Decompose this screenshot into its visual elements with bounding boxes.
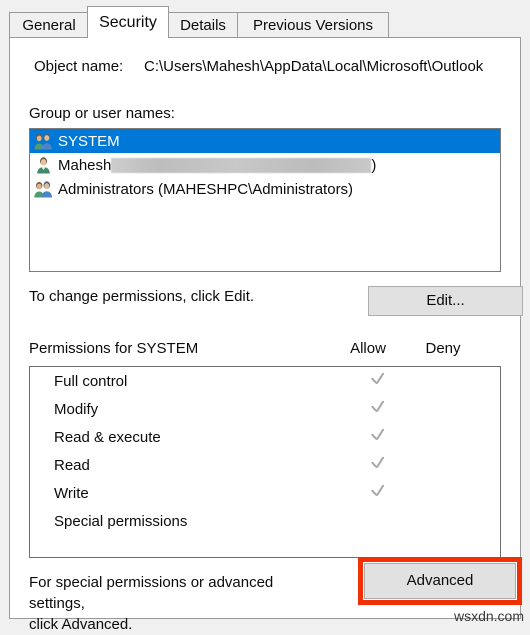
group-or-user-names-label: Group or user names: xyxy=(29,105,175,122)
table-row[interactable]: Read & execute xyxy=(30,423,500,451)
allow-cell[interactable] xyxy=(350,427,406,448)
deny-column-header: Deny xyxy=(425,340,461,357)
table-row[interactable]: Write xyxy=(30,479,500,507)
security-tab-panel: Object name: C:\Users\Mahesh\AppData\Loc… xyxy=(9,37,523,633)
list-item-label: Mahesh xyxy=(58,156,112,174)
table-row[interactable]: Read xyxy=(30,451,500,479)
edit-hint-text: To change permissions, click Edit. xyxy=(29,288,255,305)
advanced-hint-line-1: For special permissions or advanced sett… xyxy=(29,574,274,612)
permission-name: Read xyxy=(54,456,90,474)
group-users-icon xyxy=(34,132,53,150)
object-name-label: Object name: xyxy=(34,58,124,75)
allow-cell[interactable] xyxy=(350,483,406,504)
group-users-icon xyxy=(34,180,53,198)
tab-previous-versions[interactable]: Previous Versions xyxy=(237,12,389,38)
allow-cell[interactable] xyxy=(350,399,406,420)
checkmark-icon xyxy=(370,371,386,387)
watermark: wsxdn.com xyxy=(453,608,524,624)
checkmark-icon xyxy=(370,399,386,415)
properties-dialog: General Security Details Previous Versions … xyxy=(0,0,530,633)
permissions-list[interactable]: Full control Modify Read & execute Read Writ… xyxy=(29,366,501,558)
edit-button[interactable]: Edit... xyxy=(368,286,523,316)
tab-general[interactable]: General xyxy=(9,12,89,38)
redacted-account-name xyxy=(111,157,372,173)
group-or-user-names-list[interactable]: SYSTEM Mahesh) Administrators (MAHESHPC\Ad… xyxy=(29,128,501,272)
tab-details[interactable]: Details xyxy=(168,12,238,38)
allow-cell[interactable] xyxy=(350,371,406,392)
checkmark-icon xyxy=(370,455,386,471)
permission-name: Full control xyxy=(54,372,128,390)
checkmark-icon xyxy=(370,483,386,499)
list-item[interactable]: Mahesh) xyxy=(30,153,500,177)
tab-strip: General Security Details Previous Versions xyxy=(9,6,521,38)
permission-name: Read & execute xyxy=(54,428,161,446)
list-item[interactable]: Administrators (MAHESHPC\Administrators) xyxy=(30,177,500,201)
table-row[interactable]: Modify xyxy=(30,395,500,423)
list-item-label-suffix: ) xyxy=(371,156,377,174)
permission-name: Write xyxy=(54,484,89,502)
permissions-title: Permissions for SYSTEM xyxy=(29,340,199,357)
checkmark-icon xyxy=(370,427,386,443)
list-item-label: Administrators (MAHESHPC\Administrators) xyxy=(58,180,354,198)
allow-column-header: Allow xyxy=(350,340,386,357)
advanced-hint-line-2: click Advanced. xyxy=(29,616,133,633)
permission-name: Modify xyxy=(54,400,99,418)
object-name-value: C:\Users\Mahesh\AppData\Local\Microsoft\… xyxy=(144,58,484,75)
allow-cell[interactable] xyxy=(350,455,406,476)
advanced-button[interactable]: Advanced xyxy=(364,563,516,599)
table-row[interactable]: Special permissions xyxy=(30,507,500,535)
table-row[interactable]: Full control xyxy=(30,367,500,395)
single-user-icon xyxy=(34,156,53,174)
tab-security[interactable]: Security xyxy=(87,6,169,38)
permission-name: Special permissions xyxy=(54,512,188,530)
list-item-label: SYSTEM xyxy=(58,132,120,150)
list-item[interactable]: SYSTEM xyxy=(30,129,500,153)
